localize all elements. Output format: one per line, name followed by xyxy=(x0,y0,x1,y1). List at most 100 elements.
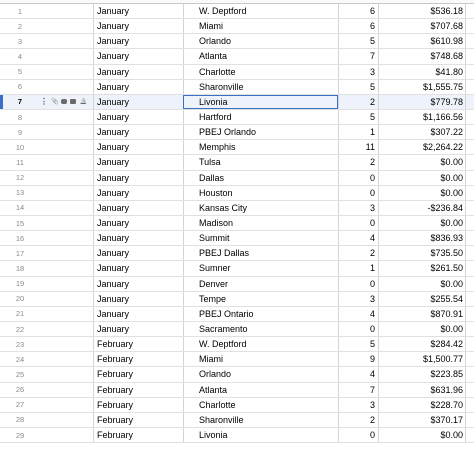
location-cell[interactable]: Memphis xyxy=(183,140,338,155)
month-cell[interactable]: February xyxy=(93,337,183,352)
amount-cell[interactable]: $1,555.75 xyxy=(378,79,466,94)
amount-cell[interactable]: $0.00 xyxy=(378,276,466,291)
month-cell[interactable]: February xyxy=(93,382,183,397)
count-cell[interactable]: 5 xyxy=(338,79,378,94)
amount-cell[interactable]: $610.98 xyxy=(378,34,466,49)
count-cell[interactable]: 0 xyxy=(338,215,378,231)
count-cell[interactable]: 4 xyxy=(338,306,378,321)
count-cell[interactable]: 6 xyxy=(338,19,378,34)
location-cell[interactable]: Charlotte xyxy=(183,64,338,79)
count-cell[interactable]: 1 xyxy=(338,261,378,276)
row-number[interactable]: 4 xyxy=(0,49,40,63)
briefcase-icon[interactable] xyxy=(70,99,77,105)
location-cell[interactable]: Orlando xyxy=(183,367,338,382)
location-cell[interactable]: Miami xyxy=(183,19,338,34)
count-cell[interactable]: 4 xyxy=(338,367,378,382)
location-cell[interactable]: Sharonville xyxy=(183,412,338,427)
location-cell[interactable]: Madison xyxy=(183,215,338,231)
month-cell[interactable]: January xyxy=(93,140,183,155)
month-cell[interactable]: February xyxy=(93,352,183,367)
table-row[interactable]: 25 February Orlando 4 $223.85 xyxy=(0,367,474,383)
count-cell[interactable]: 11 xyxy=(338,140,378,155)
location-cell[interactable]: Livonia xyxy=(183,427,338,443)
row-number[interactable]: 25 xyxy=(0,367,40,381)
location-cell[interactable]: W. Deptford xyxy=(183,4,338,19)
row-number[interactable]: 28 xyxy=(0,413,40,427)
table-row[interactable]: 12 January Dallas 0 $0.00 xyxy=(0,170,474,186)
row-number[interactable]: 19 xyxy=(0,277,40,291)
count-cell[interactable]: 6 xyxy=(338,4,378,19)
month-cell[interactable]: February xyxy=(93,367,183,382)
row-number[interactable]: 6 xyxy=(0,80,40,94)
row-number[interactable]: 10 xyxy=(0,140,40,154)
row-number[interactable]: 17 xyxy=(0,246,40,260)
more-dots-icon[interactable]: ⋮ xyxy=(40,97,48,106)
month-cell[interactable]: January xyxy=(93,125,183,140)
amount-cell[interactable]: $0.00 xyxy=(378,155,466,170)
location-cell[interactable]: PBEJ Dallas xyxy=(183,246,338,261)
month-cell[interactable]: January xyxy=(93,306,183,321)
amount-cell[interactable]: $255.54 xyxy=(378,291,466,306)
location-cell[interactable]: Sharonville xyxy=(183,79,338,94)
table-row[interactable]: 14 January Kansas City 3 -$236.84 xyxy=(0,200,474,216)
table-row[interactable]: 29 February Livonia 0 $0.00 xyxy=(0,427,474,444)
table-row[interactable]: 7 ⋮ 📎 🔔 January Livonia 2 $779.78 xyxy=(0,94,474,110)
amount-cell[interactable]: $0.00 xyxy=(378,185,466,200)
location-cell[interactable]: Dallas xyxy=(183,170,338,185)
count-cell[interactable]: 2 xyxy=(338,246,378,261)
count-cell[interactable]: 3 xyxy=(338,291,378,306)
amount-cell[interactable]: $735.50 xyxy=(378,246,466,261)
table-row[interactable]: 2 January Miami 6 $707.68 xyxy=(0,19,474,35)
table-row[interactable]: 15 January Madison 0 $0.00 xyxy=(0,215,474,232)
month-cell[interactable]: January xyxy=(93,4,183,19)
table-row[interactable]: 10 January Memphis 11 $2,264.22 xyxy=(0,140,474,156)
month-cell[interactable]: January xyxy=(93,170,183,185)
amount-cell[interactable]: $748.68 xyxy=(378,49,466,64)
amount-cell[interactable]: $0.00 xyxy=(378,215,466,231)
table-row[interactable]: 23 February W. Deptford 5 $284.42 xyxy=(0,337,474,353)
month-cell[interactable]: January xyxy=(93,231,183,246)
month-cell[interactable]: January xyxy=(93,246,183,261)
location-cell[interactable]: Houston xyxy=(183,185,338,200)
table-row[interactable]: 4 January Atlanta 7 $748.68 xyxy=(0,49,474,65)
location-cell[interactable]: Atlanta xyxy=(183,49,338,64)
table-row[interactable]: 18 January Sumner 1 $261.50 xyxy=(0,261,474,277)
amount-cell[interactable]: $870.91 xyxy=(378,306,466,321)
amount-cell[interactable]: $0.00 xyxy=(378,170,466,185)
month-cell[interactable]: January xyxy=(93,109,183,125)
month-cell[interactable]: January xyxy=(93,200,183,215)
table-row[interactable]: 13 January Houston 0 $0.00 xyxy=(0,185,474,201)
table-row[interactable]: 19 January Denver 0 $0.00 xyxy=(0,276,474,292)
month-cell[interactable]: January xyxy=(93,291,183,306)
row-number[interactable]: 20 xyxy=(0,292,40,306)
location-cell[interactable]: Atlanta xyxy=(183,382,338,397)
amount-cell[interactable]: $536.18 xyxy=(378,4,466,19)
month-cell[interactable]: February xyxy=(93,427,183,443)
count-cell[interactable]: 2 xyxy=(338,94,378,109)
month-cell[interactable]: January xyxy=(93,79,183,94)
comment-icon[interactable] xyxy=(61,99,68,105)
location-cell[interactable]: PBEJ Orlando xyxy=(183,125,338,140)
row-number[interactable]: 23 xyxy=(0,337,40,351)
count-cell[interactable]: 5 xyxy=(338,109,378,125)
count-cell[interactable]: 2 xyxy=(338,155,378,170)
row-number[interactable]: 3 xyxy=(0,34,40,48)
row-number[interactable]: 8 xyxy=(0,110,40,124)
count-cell[interactable]: 0 xyxy=(338,427,378,443)
row-number[interactable]: 22 xyxy=(0,322,40,336)
table-row[interactable]: 26 February Atlanta 7 $631.96 xyxy=(0,382,474,398)
location-cell[interactable]: Sumner xyxy=(183,261,338,276)
location-cell[interactable]: Livonia xyxy=(183,94,338,109)
row-number[interactable]: 21 xyxy=(0,307,40,321)
table-row[interactable]: 17 January PBEJ Dallas 2 $735.50 xyxy=(0,246,474,262)
amount-cell[interactable]: $228.70 xyxy=(378,397,466,412)
location-cell[interactable]: PBEJ Ontario xyxy=(183,306,338,321)
table-row[interactable]: 1 January W. Deptford 6 $536.18 xyxy=(0,4,474,20)
count-cell[interactable]: 0 xyxy=(338,185,378,200)
amount-cell[interactable]: $2,264.22 xyxy=(378,140,466,155)
month-cell[interactable]: January xyxy=(93,155,183,170)
count-cell[interactable]: 0 xyxy=(338,321,378,337)
row-number[interactable]: 14 xyxy=(0,201,40,215)
location-cell[interactable]: Kansas City xyxy=(183,200,338,215)
location-cell[interactable]: Miami xyxy=(183,352,338,367)
